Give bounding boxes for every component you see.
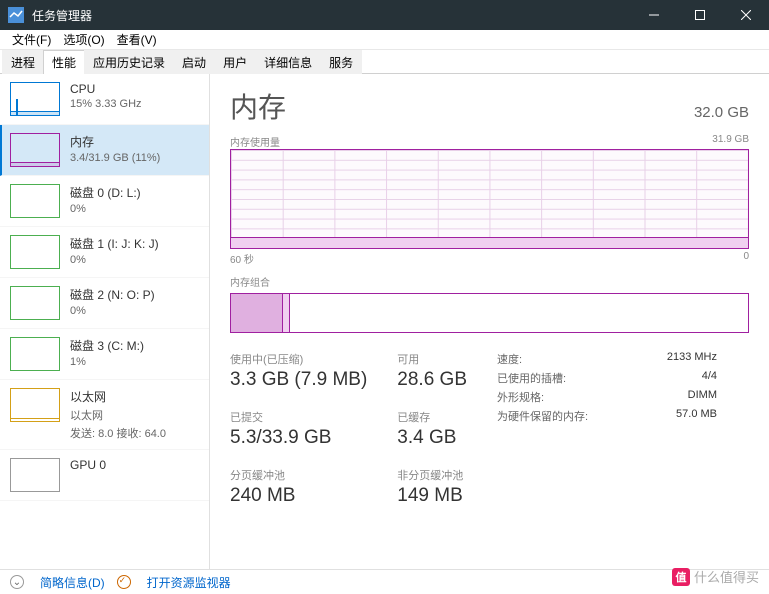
resmon-icon	[117, 575, 131, 589]
performance-sidebar[interactable]: CPU15% 3.33 GHz 内存3.4/31.9 GB (11%) 磁盘 0…	[0, 74, 210, 569]
disk-thumb	[10, 286, 60, 320]
tab-bar: 进程 性能 应用历史记录 启动 用户 详细信息 服务	[0, 50, 769, 74]
usage-max: 31.9 GB	[712, 134, 749, 149]
usage-label: 内存使用量	[230, 134, 280, 149]
tab-performance[interactable]: 性能	[43, 50, 85, 74]
sidebar-item-ethernet[interactable]: 以太网以太网发送: 8.0 接收: 64.0	[0, 380, 209, 450]
chevron-down-icon[interactable]: ⌄	[10, 575, 24, 589]
sidebar-item-gpu-0[interactable]: GPU 0	[0, 450, 209, 501]
fewer-details-link[interactable]: 简略信息(D)	[40, 574, 105, 591]
tab-processes[interactable]: 进程	[2, 50, 44, 74]
menubar: 文件(F) 选项(O) 查看(V)	[0, 30, 769, 50]
specs-section: 速度:2133 MHz 已使用的插槽:4/4 外形规格:DIMM 为硬件保留的内…	[497, 351, 717, 507]
gpu-thumb	[10, 458, 60, 492]
disk-thumb	[10, 184, 60, 218]
usage-chart-section: 内存使用量 31.9 GB 60 秒 0	[230, 134, 749, 266]
ethernet-thumb	[10, 388, 60, 422]
tab-details[interactable]: 详细信息	[255, 50, 321, 74]
disk-thumb	[10, 235, 60, 269]
tab-app-history[interactable]: 应用历史记录	[84, 50, 174, 74]
memory-usage-chart[interactable]	[230, 149, 749, 249]
watermark-icon: 值	[672, 568, 690, 586]
stat-committed: 已提交5.3/33.9 GB	[230, 409, 367, 449]
main-panel: 内存 32.0 GB 内存使用量 31.9 GB 60 秒 0 内存组合 使用中(已…	[210, 74, 769, 569]
sidebar-item-cpu[interactable]: CPU15% 3.33 GHz	[0, 74, 209, 125]
stat-available: 可用28.6 GB	[397, 351, 467, 391]
memory-composition-chart[interactable]	[230, 293, 749, 333]
menu-options[interactable]: 选项(O)	[57, 31, 110, 48]
maximize-button[interactable]	[677, 0, 723, 30]
x-end: 0	[743, 251, 749, 266]
tab-users[interactable]: 用户	[214, 50, 256, 74]
memory-total: 32.0 GB	[694, 104, 749, 121]
sidebar-item-disk-3[interactable]: 磁盘 3 (C: M:)1%	[0, 329, 209, 380]
minimize-button[interactable]	[631, 0, 677, 30]
sidebar-item-disk-0[interactable]: 磁盘 0 (D: L:)0%	[0, 176, 209, 227]
stat-cached: 已缓存3.4 GB	[397, 409, 467, 449]
stat-nonpaged: 非分页缓冲池149 MB	[397, 467, 467, 507]
stat-in-use: 使用中(已压缩)3.3 GB (7.9 MB)	[230, 351, 367, 391]
resource-monitor-link[interactable]: 打开资源监视器	[147, 574, 231, 591]
sidebar-item-disk-1[interactable]: 磁盘 1 (I: J: K: J)0%	[0, 227, 209, 278]
composition-section: 内存组合	[230, 274, 749, 333]
sidebar-item-memory[interactable]: 内存3.4/31.9 GB (11%)	[0, 125, 209, 176]
composition-label: 内存组合	[230, 274, 270, 289]
menu-file[interactable]: 文件(F)	[6, 31, 57, 48]
window-title: 任务管理器	[32, 7, 631, 24]
stat-paged: 分页缓冲池240 MB	[230, 467, 367, 507]
cpu-thumb	[10, 82, 60, 116]
watermark: 值 什么值得买	[672, 567, 759, 586]
menu-view[interactable]: 查看(V)	[111, 31, 163, 48]
page-title: 内存	[230, 86, 286, 126]
app-icon	[8, 7, 24, 23]
x-start: 60 秒	[230, 251, 254, 266]
close-button[interactable]	[723, 0, 769, 30]
titlebar: 任务管理器	[0, 0, 769, 30]
sidebar-item-disk-2[interactable]: 磁盘 2 (N: O: P)0%	[0, 278, 209, 329]
disk-thumb	[10, 337, 60, 371]
footer: ⌄ 简略信息(D) 打开资源监视器	[0, 569, 769, 594]
tab-startup[interactable]: 启动	[173, 50, 215, 74]
memory-thumb	[10, 133, 60, 167]
tab-services[interactable]: 服务	[320, 50, 362, 74]
stats-section: 使用中(已压缩)3.3 GB (7.9 MB) 可用28.6 GB 已提交5.3…	[230, 351, 749, 507]
